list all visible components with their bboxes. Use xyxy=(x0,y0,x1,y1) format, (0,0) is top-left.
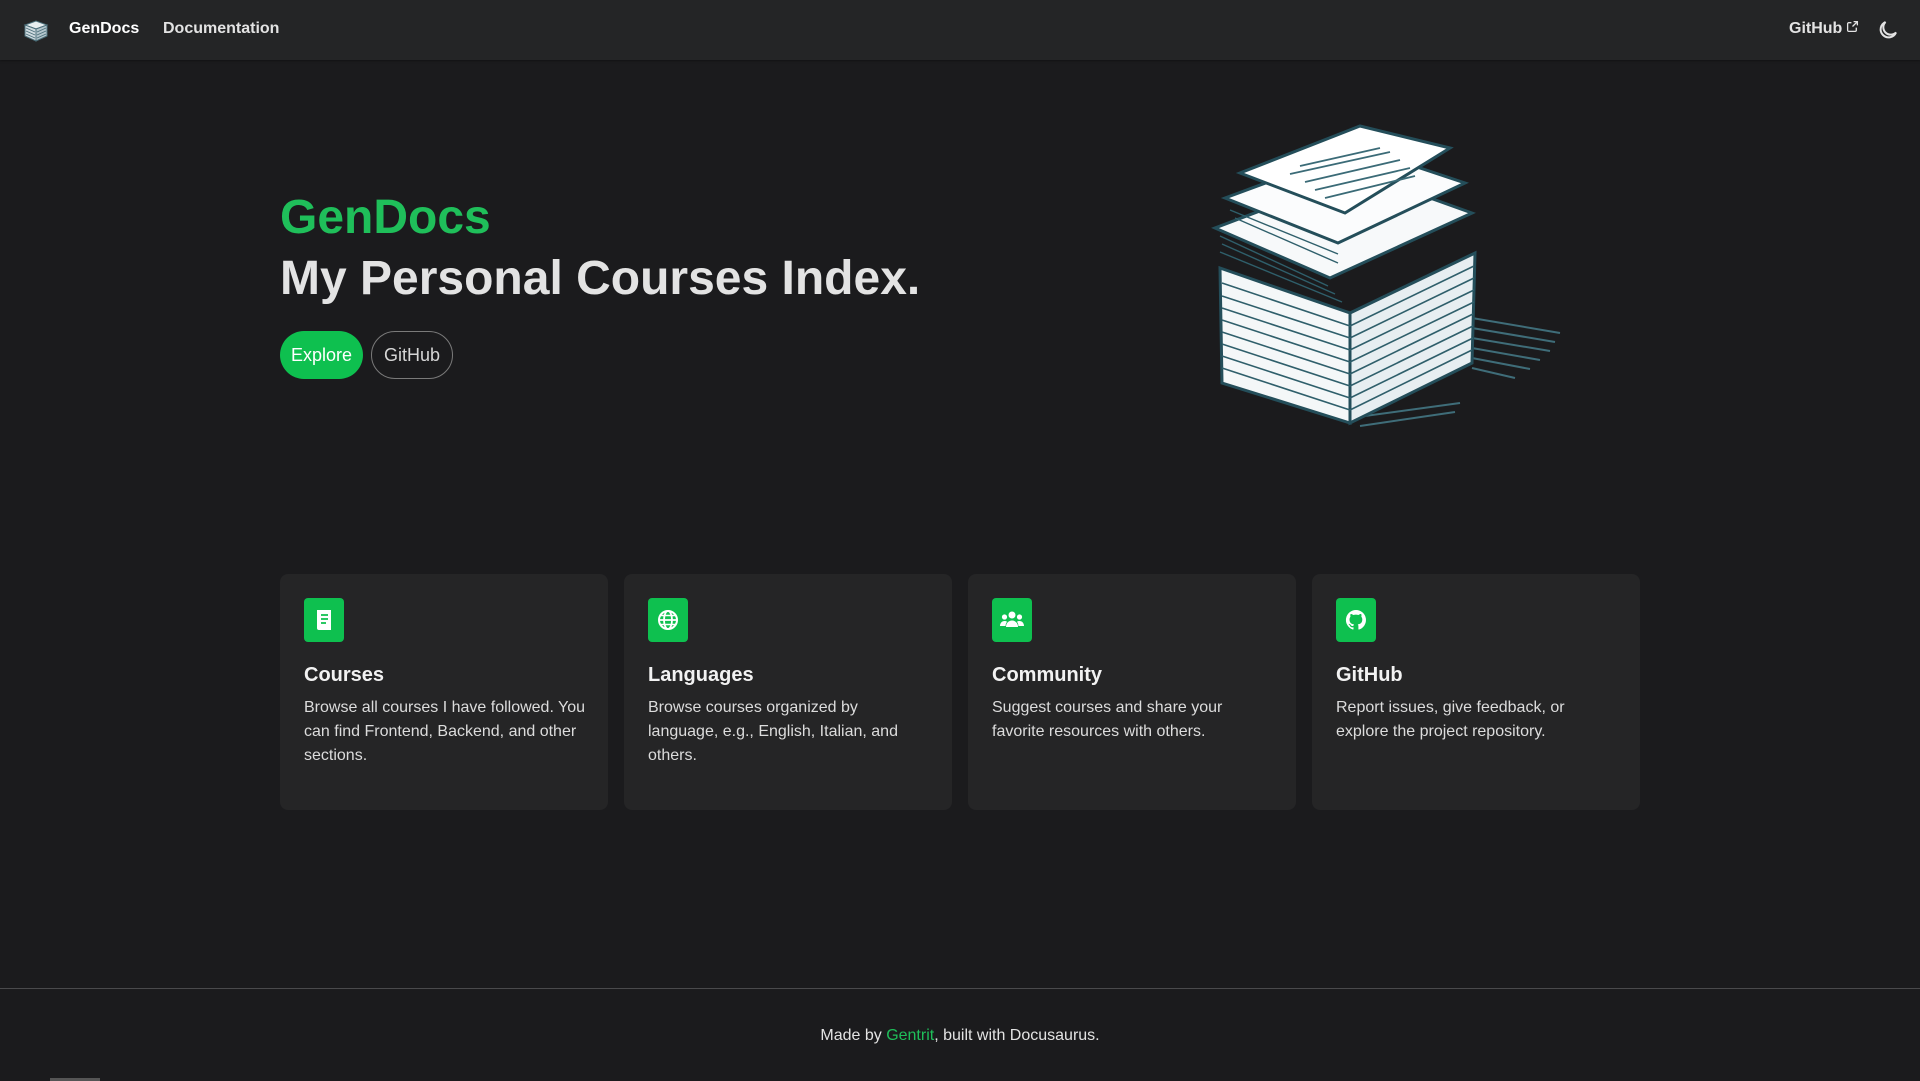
navbar: GenDocs Documentation GitHub xyxy=(0,0,1920,60)
hero-subtitle: My Personal Courses Index. xyxy=(280,252,921,305)
paper-stack-icon[interactable] xyxy=(22,16,50,44)
nav-github-label: GitHub xyxy=(1789,20,1843,37)
footer-text: Made by Gentrit, built with Docusaurus. xyxy=(0,1027,1920,1045)
card-title: GitHub xyxy=(1336,664,1403,686)
nav-link-documentation[interactable]: Documentation xyxy=(163,20,279,38)
book-icon xyxy=(304,598,344,642)
card-description: Suggest courses and share your favorite … xyxy=(992,699,1223,740)
moon-icon[interactable] xyxy=(1876,18,1900,42)
nav-brand[interactable]: GenDocs xyxy=(69,20,139,38)
external-link-icon xyxy=(1847,20,1859,32)
card-community[interactable]: Community Suggest courses and share your… xyxy=(968,574,1296,810)
card-description: Browse courses organized by language, e.… xyxy=(648,699,898,764)
footer: Made by Gentrit, built with Docusaurus. xyxy=(0,988,1920,1081)
github-icon xyxy=(1336,598,1376,642)
footer-suffix: , built with Docusaurus. xyxy=(934,1027,1100,1044)
card-description: Report issues, give feedback, or explore… xyxy=(1336,699,1565,740)
card-title: Languages xyxy=(648,664,754,686)
explore-button[interactable]: Explore xyxy=(280,331,363,379)
github-button[interactable]: GitHub xyxy=(371,331,453,379)
card-github[interactable]: GitHub Report issues, give feedback, or … xyxy=(1312,574,1640,810)
users-icon xyxy=(992,598,1032,642)
card-description: Browse all courses I have followed. You … xyxy=(304,699,586,764)
paper-stack-illustration xyxy=(1211,124,1561,427)
footer-prefix: Made by xyxy=(820,1027,887,1044)
hero-title: GenDocs xyxy=(280,191,491,244)
globe-icon xyxy=(648,598,688,642)
footer-author-link[interactable]: Gentrit xyxy=(886,1027,934,1044)
card-title: Community xyxy=(992,664,1102,686)
card-title: Courses xyxy=(304,664,385,686)
nav-github-link[interactable]: GitHub xyxy=(1789,20,1859,38)
card-languages[interactable]: Languages Browse courses organized by la… xyxy=(624,574,952,810)
card-courses[interactable]: Courses Browse all courses I have follow… xyxy=(280,574,608,810)
